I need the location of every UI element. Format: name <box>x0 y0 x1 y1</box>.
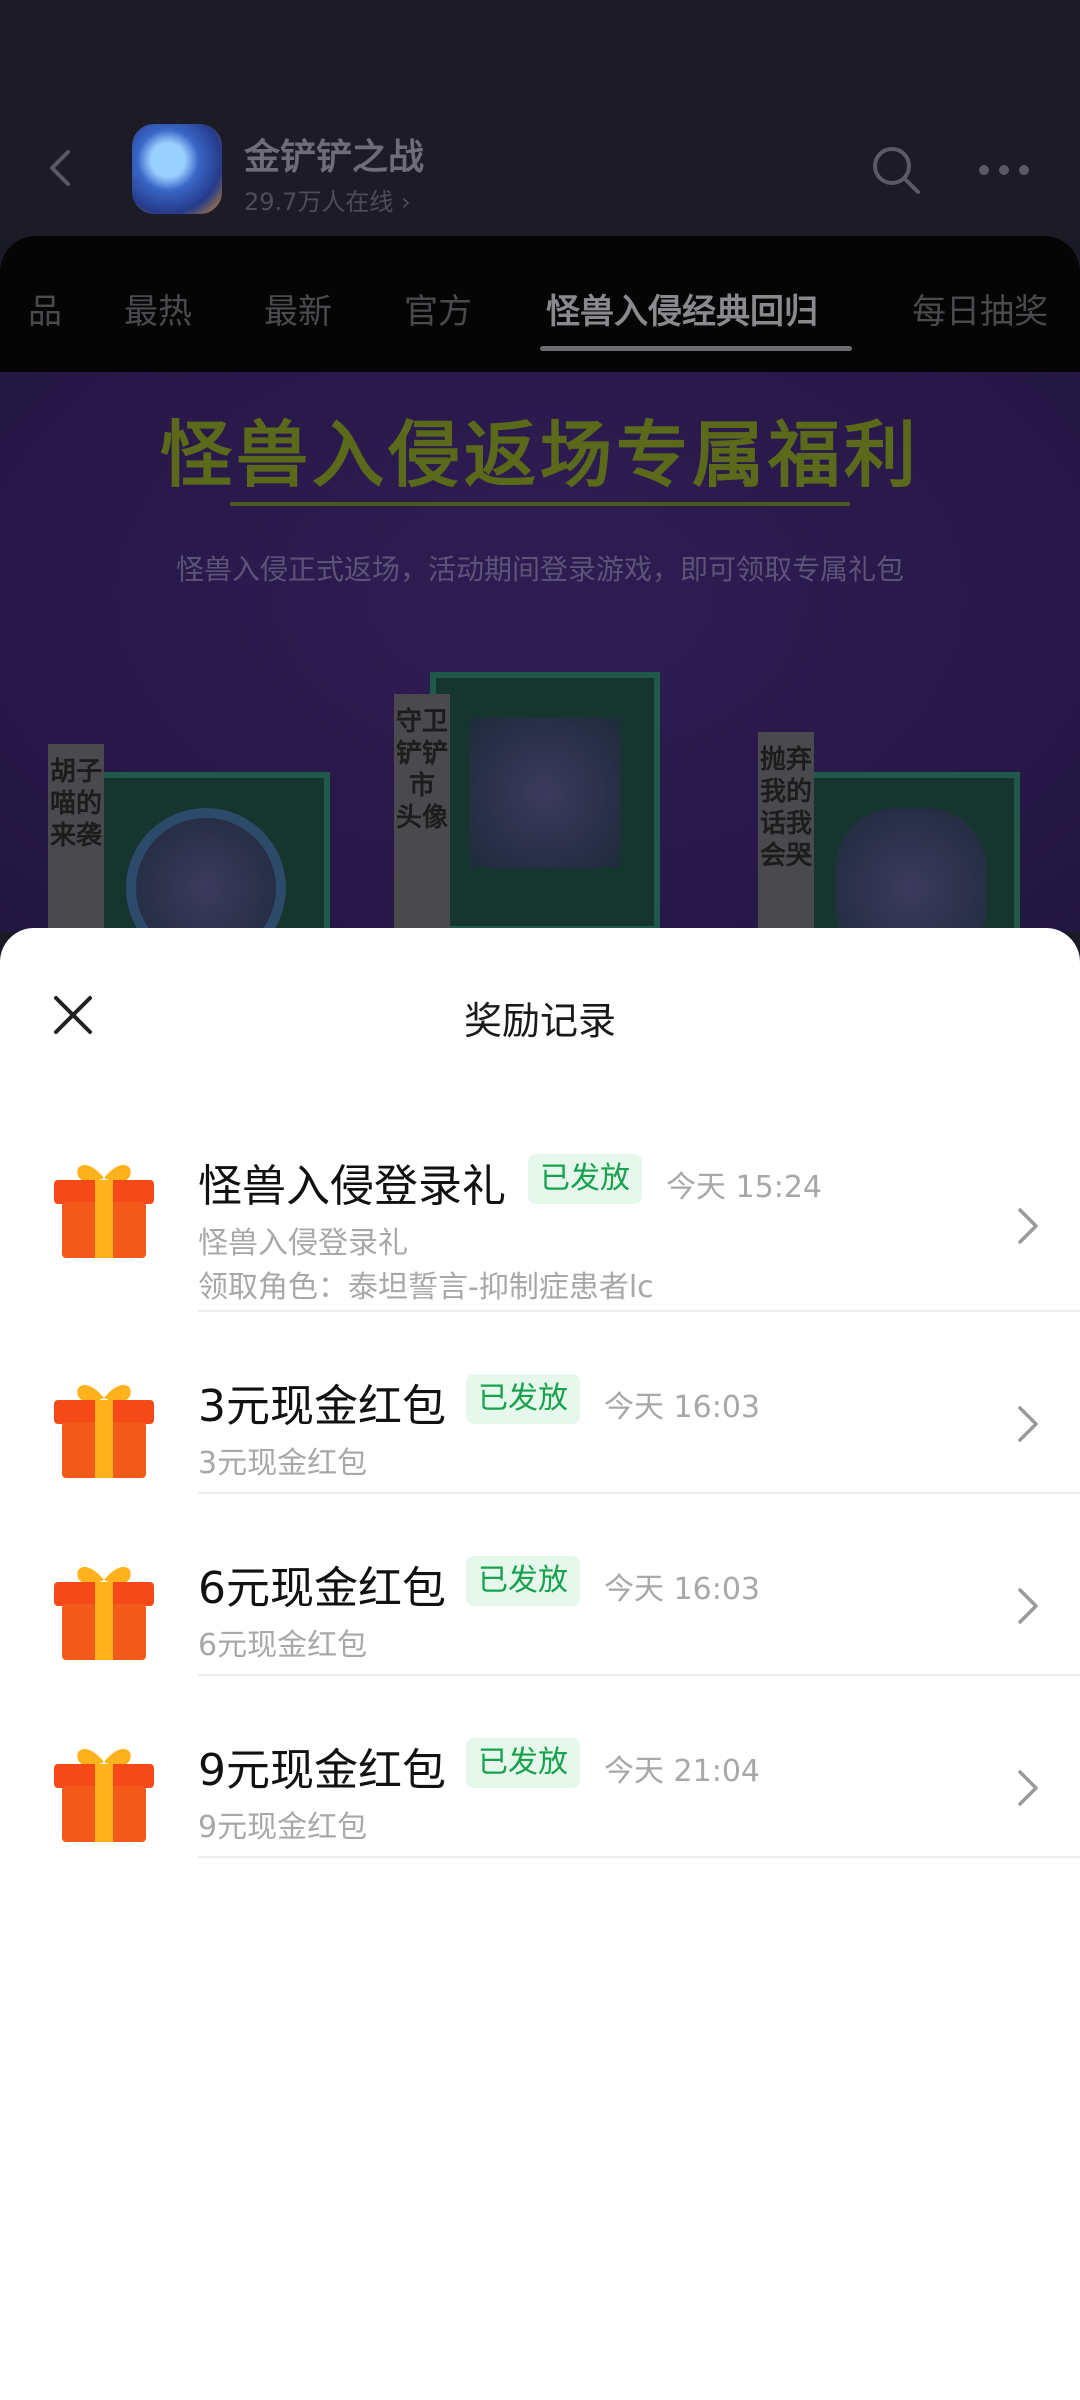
chevron-right-icon <box>1018 1588 1038 1624</box>
online-count[interactable]: 29.7万人在线 › <box>244 182 411 217</box>
record-desc: 9元现金红包 <box>198 1810 368 1845</box>
row-divider <box>198 1492 1080 1494</box>
reward-card-1-label: 胡子喵的来袭 <box>48 744 104 934</box>
record-title: 6元现金红包 <box>198 1563 446 1614</box>
gift-icon <box>54 1164 154 1258</box>
row-divider <box>198 1674 1080 1676</box>
status-badge: 已发放 <box>466 1738 580 1788</box>
top-bar: 金铲铲之战 29.7万人在线 › <box>0 0 1080 240</box>
record-row[interactable]: 9元现金红包 已发放 今天 21:04 9元现金红包 <box>0 1712 1080 1852</box>
banner-subtitle: 怪兽入侵正式返场，活动期间登录游戏，即可领取专属礼包 <box>175 553 904 586</box>
more-dots-icon[interactable] <box>976 150 1032 190</box>
status-badge: 已发放 <box>466 1374 580 1424</box>
tab-latest[interactable]: 最新 <box>264 284 332 333</box>
record-title: 9元现金红包 <box>198 1745 446 1796</box>
row-divider <box>198 1310 1080 1312</box>
active-tab-indicator <box>540 346 852 351</box>
app-icon <box>132 124 222 214</box>
status-badge: 已发放 <box>528 1154 642 1204</box>
record-role: 领取角色：泰坦誓言-抑制症患者lc <box>198 1270 654 1305</box>
chevron-right-icon <box>1018 1208 1038 1244</box>
record-title: 怪兽入侵登录礼 <box>198 1161 506 1212</box>
reward-card-2 <box>430 672 660 932</box>
record-row[interactable]: 3元现金红包 已发放 今天 16:03 3元现金红包 <box>0 1348 1080 1488</box>
row-divider <box>198 1856 1080 1858</box>
tab-hot[interactable]: 最热 <box>124 284 192 333</box>
chevron-right-icon <box>1018 1770 1038 1806</box>
record-time: 今天 21:04 <box>604 1754 760 1789</box>
back-icon[interactable] <box>34 140 90 196</box>
tab-prev[interactable]: 品 <box>28 284 62 333</box>
penguin-avatar-image <box>470 718 620 868</box>
event-banner: 怪兽入侵返场专属福利 怪兽入侵正式返场，活动期间登录游戏，即可领取专属礼包 胡子… <box>0 372 1080 972</box>
record-row[interactable]: 怪兽入侵登录礼 已发放 今天 15:24 怪兽入侵登录礼 领取角色：泰坦誓言-抑… <box>0 1128 1080 1305</box>
reward-records-sheet: 奖励记录 怪兽入侵登录礼 已发放 今天 15:24 怪兽入侵登录礼 领取角色：泰… <box>0 928 1080 2400</box>
gift-icon <box>54 1384 154 1478</box>
banner-title: 怪兽入侵返场专属福利 <box>159 413 920 497</box>
reward-card-3-label: 抛弃我的话我会哭 <box>758 732 814 932</box>
tab-bar: 品 最热 最新 官方 怪兽入侵经典回归 每日抽奖 <box>0 236 1080 372</box>
record-time: 今天 16:03 <box>604 1390 760 1425</box>
tab-official[interactable]: 官方 <box>404 284 472 333</box>
record-row[interactable]: 6元现金红包 已发放 今天 16:03 6元现金红包 <box>0 1530 1080 1670</box>
tab-daily-lottery[interactable]: 每日抽奖 <box>912 284 1048 333</box>
tab-monster-invasion[interactable]: 怪兽入侵经典回归 <box>546 284 818 333</box>
record-desc: 怪兽入侵登录礼 <box>198 1226 408 1261</box>
gift-icon <box>54 1566 154 1660</box>
record-title: 3元现金红包 <box>198 1381 446 1432</box>
banner-divider <box>230 502 850 506</box>
app-title: 金铲铲之战 <box>244 137 425 178</box>
record-desc: 6元现金红包 <box>198 1628 368 1663</box>
record-time: 今天 15:24 <box>666 1170 822 1205</box>
search-icon[interactable] <box>868 142 924 198</box>
reward-card-2-label: 守卫铲铲市 头像 <box>394 694 450 934</box>
status-badge: 已发放 <box>466 1556 580 1606</box>
sheet-title: 奖励记录 <box>463 999 616 1043</box>
gift-icon <box>54 1748 154 1842</box>
record-desc: 3元现金红包 <box>198 1446 368 1481</box>
record-time: 今天 16:03 <box>604 1572 760 1607</box>
chevron-right-icon <box>1018 1406 1038 1442</box>
